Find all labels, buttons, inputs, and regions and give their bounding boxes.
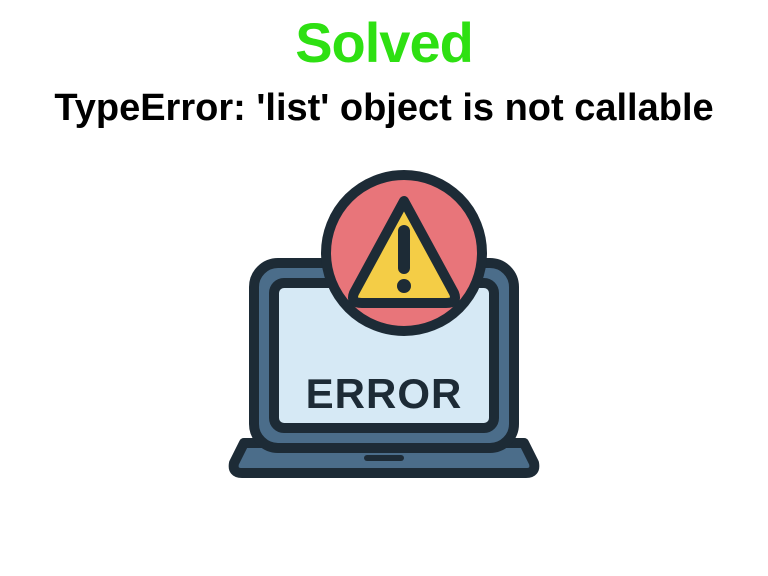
- laptop-warning-icon: ERROR: [214, 153, 554, 493]
- solved-heading: Solved: [295, 10, 473, 75]
- error-heading: TypeError: 'list' object is not callable: [54, 85, 713, 133]
- svg-text:ERROR: ERROR: [306, 370, 463, 417]
- error-illustration: ERROR: [214, 153, 554, 493]
